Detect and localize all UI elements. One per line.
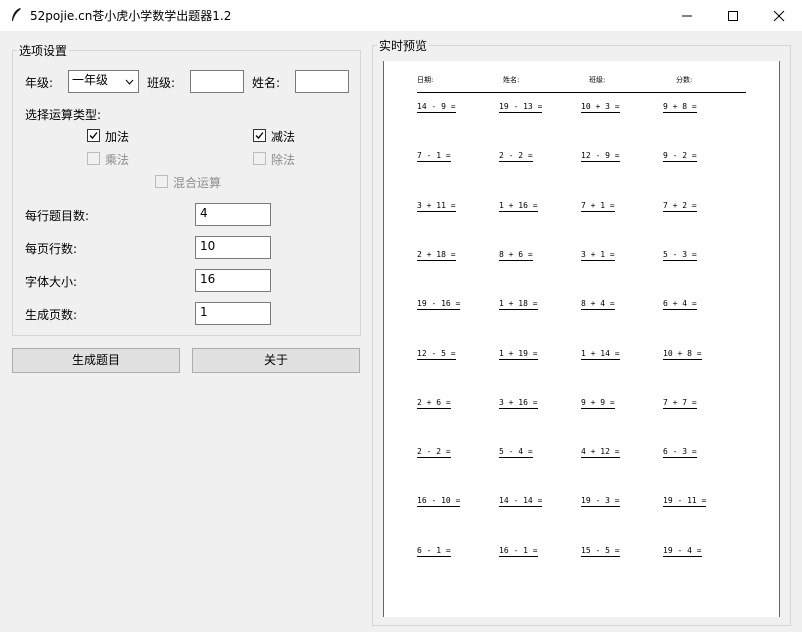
window-title: 52pojie.cn苍小虎小学数学出题器1.2 <box>30 9 232 23</box>
grade-select-value: 一年级 <box>72 73 109 87</box>
maximize-button[interactable] <box>710 0 756 31</box>
name-input[interactable] <box>295 70 349 93</box>
problem-item: 14 - 14 = <box>499 496 543 508</box>
problem-item: 19 - 3 = <box>581 496 620 508</box>
pages-label: 生成页数: <box>25 308 78 322</box>
problem-item: 4 + 12 = <box>581 447 620 459</box>
feather-icon <box>12 8 21 21</box>
date-header: 日期: <box>417 76 434 84</box>
problem-item: 6 - 3 = <box>663 447 697 459</box>
problem-item: 2 - 2 = <box>499 151 533 163</box>
about-button[interactable]: 关于 <box>192 348 360 373</box>
problem-item: 1 + 14 = <box>581 348 620 360</box>
score-header: 分数: <box>676 76 693 84</box>
problem-item: 7 - 1 = <box>417 151 451 163</box>
grade-select[interactable]: 一年级 <box>68 70 139 93</box>
problem-item: 12 - 9 = <box>581 151 620 163</box>
problem-item: 19 - 11 = <box>663 496 707 508</box>
problem-item: 2 - 2 = <box>417 447 451 459</box>
op-type-label: 选择运算类型: <box>25 108 102 122</box>
header-divider <box>417 92 746 93</box>
minimize-button[interactable] <box>664 0 710 31</box>
problem-item: 3 + 16 = <box>499 397 538 409</box>
mul-checkbox[interactable] <box>87 152 100 165</box>
problem-item: 10 + 8 = <box>663 348 702 360</box>
mixed-label: 混合运算 <box>173 176 222 190</box>
problem-item: 7 + 7 = <box>663 397 697 409</box>
problem-item: 9 + 8 = <box>663 102 697 113</box>
add-checkbox[interactable] <box>87 129 100 142</box>
options-group-title: 选项设置 <box>17 42 70 59</box>
generate-button[interactable]: 生成题目 <box>12 348 180 373</box>
checkmark-icon <box>89 132 98 139</box>
class-label: 班级: <box>147 76 176 90</box>
font-size-label: 字体大小: <box>25 275 78 289</box>
problem-item: 9 - 2 = <box>663 151 697 163</box>
problem-item: 7 + 2 = <box>663 200 697 212</box>
title-bar: 52pojie.cn苍小虎小学数学出题器1.2 <box>0 0 802 31</box>
sub-checkbox[interactable] <box>253 129 266 142</box>
rows-per-page-label: 每页行数: <box>25 242 78 256</box>
problem-item: 3 + 11 = <box>417 200 456 212</box>
name-label: 姓名: <box>252 76 281 90</box>
sub-label: 减法 <box>271 130 296 144</box>
pages-input[interactable]: 1 <box>195 302 271 325</box>
preview-group-title: 实时预览 <box>377 37 430 54</box>
add-label: 加法 <box>105 130 130 144</box>
problem-item: 8 + 4 = <box>581 299 615 311</box>
problem-item: 16 - 10 = <box>417 496 461 508</box>
checkmark-icon <box>255 132 264 139</box>
problem-item: 3 + 1 = <box>581 249 615 261</box>
problem-item: 19 - 4 = <box>663 545 702 557</box>
close-icon <box>773 10 785 22</box>
close-button[interactable] <box>756 0 802 31</box>
minimize-icon <box>682 15 692 17</box>
problem-item: 5 - 3 = <box>663 249 697 261</box>
preview-page: 日期: 姓名: 班级: 分数: 14 - 9 = 19 - 13 = 10 + 3 … <box>383 61 780 617</box>
problem-item: 2 + 18 = <box>417 249 456 261</box>
problem-item: 1 + 18 = <box>499 299 538 311</box>
problem-item: 15 - 5 = <box>581 545 620 557</box>
problem-item: 5 - 4 = <box>499 447 533 459</box>
chevron-down-icon <box>125 79 134 85</box>
problem-item: 19 - 16 = <box>417 299 461 311</box>
problem-item: 10 + 3 = <box>581 102 620 113</box>
problem-item: 1 + 19 = <box>499 348 538 360</box>
problem-item: 12 - 5 = <box>417 348 456 360</box>
problem-item: 14 - 9 = <box>417 102 456 113</box>
class-input[interactable] <box>190 70 244 93</box>
problem-item: 7 + 1 = <box>581 200 615 212</box>
per-row-input[interactable]: 4 <box>195 203 271 226</box>
div-label: 除法 <box>271 153 296 167</box>
problem-item: 8 + 6 = <box>499 249 533 261</box>
problem-item: 6 + 4 = <box>663 299 697 311</box>
problem-item: 9 + 9 = <box>581 397 615 409</box>
grade-label: 年级: <box>25 76 54 90</box>
class-header: 班级: <box>589 76 606 84</box>
problem-item: 6 - 1 = <box>417 545 451 557</box>
problem-item: 16 - 1 = <box>499 545 538 557</box>
problem-item: 19 - 13 = <box>499 102 543 113</box>
mul-label: 乘法 <box>105 153 130 167</box>
mixed-checkbox[interactable] <box>155 175 168 188</box>
problem-item: 1 + 16 = <box>499 200 538 212</box>
name-header: 姓名: <box>503 76 520 84</box>
rows-per-page-input[interactable]: 10 <box>195 236 271 259</box>
per-row-label: 每行题目数: <box>25 209 90 223</box>
div-checkbox[interactable] <box>253 152 266 165</box>
font-size-input[interactable]: 16 <box>195 269 271 292</box>
problem-item: 2 + 6 = <box>417 397 451 409</box>
maximize-icon <box>728 11 738 21</box>
